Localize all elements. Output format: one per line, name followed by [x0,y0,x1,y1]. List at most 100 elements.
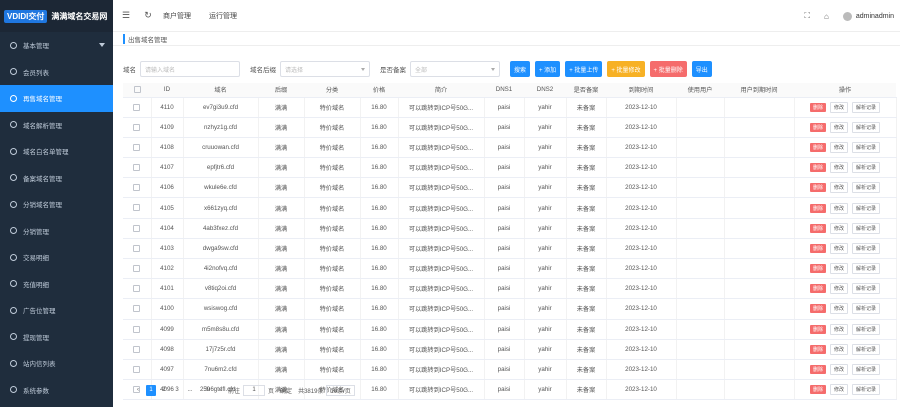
hamburger-icon[interactable]: ☰ [119,10,133,21]
delete-button[interactable]: 删除 [809,203,826,213]
dns-log-button[interactable]: 解析记录 [852,222,881,234]
sidebar-item-6[interactable]: 分销域名管理 [0,191,113,218]
row-checkbox[interactable] [133,345,141,353]
sidebar-item-9[interactable]: 充值明细 [0,271,113,298]
edit-button[interactable]: 修改 [829,343,848,355]
table-row[interactable]: 4109 nzhyz1g.cfd 满满 特价域名 16.80 可以跳转到ICP号50G..… [123,117,897,138]
edit-button[interactable]: 修改 [829,364,848,376]
dns-log-button[interactable]: 解析记录 [852,384,881,396]
toolbar-button-2[interactable]: + 批量上传 [565,61,603,77]
edit-button[interactable]: 修改 [829,263,848,275]
row-checkbox[interactable] [133,265,141,273]
edit-button[interactable]: 修改 [829,162,848,174]
sidebar-item-5[interactable]: 备案域名管理 [0,165,113,192]
dns-log-button[interactable]: 解析记录 [852,101,881,113]
delete-button[interactable]: 删除 [809,344,826,354]
fullscreen-icon[interactable]: ⛶ [804,11,810,21]
dns-log-button[interactable]: 解析记录 [852,283,881,295]
row-checkbox[interactable] [133,305,141,313]
row-checkbox[interactable] [133,143,141,151]
next-page-icon[interactable]: › [215,385,225,396]
page-size-select[interactable]: 10条/页 [326,384,355,396]
prev-page-icon[interactable]: ‹ [133,385,143,396]
edit-button[interactable]: 修改 [829,101,848,113]
edit-button[interactable]: 修改 [829,222,848,234]
toolbar-button-3[interactable]: + 批量修改 [607,61,645,77]
table-row[interactable]: 4099 m5m8s8u.cfd 满满 特价域名 16.80 可以跳转到ICP号50G..… [123,319,897,340]
delete-button[interactable]: 删除 [809,284,826,294]
toolbar-button-4[interactable]: + 批量删除 [649,61,687,77]
sidebar-item-0[interactable]: 基本管理 [0,32,113,59]
delete-button[interactable]: 删除 [809,183,826,193]
row-checkbox[interactable] [133,164,141,172]
delete-button[interactable]: 删除 [809,304,826,314]
dns-log-button[interactable]: 解析记录 [852,182,881,194]
delete-button[interactable]: 删除 [809,223,826,233]
toolbar-button-1[interactable]: + 添加 [535,61,561,77]
table-row[interactable]: 4101 v8tiq2oi.cfd 满满 特价域名 16.80 可以跳转到ICP号50G.… [123,278,897,300]
sidebar-item-1[interactable]: 会员列表 [0,59,113,86]
page-2[interactable]: 2 [159,385,169,396]
row-checkbox[interactable] [133,244,141,252]
domain-search-input[interactable]: 请输入域名 [140,61,240,77]
dns-log-button[interactable]: 解析记录 [852,323,881,335]
table-row[interactable]: 4100 wsiswog.cfd 满满 特价域名 16.80 可以跳转到ICP号50G..… [123,298,897,320]
row-checkbox[interactable] [133,123,141,131]
edit-button[interactable]: 修改 [829,202,848,214]
goto-confirm-button[interactable]: 确定 [280,386,292,395]
sidebar-item-7[interactable]: 分销管理 [0,218,113,245]
dns-log-button[interactable]: 解析记录 [852,242,881,254]
row-checkbox[interactable] [133,285,141,293]
sidebar-item-13[interactable]: 系统参数 [0,377,113,404]
delete-button[interactable]: 删除 [809,365,826,375]
sidebar-item-11[interactable]: 提现管理 [0,324,113,351]
edit-button[interactable]: 修改 [829,121,848,133]
brand[interactable]: VDIDI交付 满满域名交易网 [0,0,113,32]
home-icon[interactable]: ⌂ [824,12,829,21]
edit-button[interactable]: 修改 [829,141,848,153]
delete-button[interactable]: 删除 [809,243,826,253]
nav-link-merchant[interactable]: 商户管理 [163,11,191,21]
toolbar-button-5[interactable]: 导出 [691,61,712,77]
table-row[interactable]: 4107 epfjtr6.cfd 满满 特价域名 16.80 可以跳转到ICP号50G..… [123,157,897,179]
row-checkbox[interactable] [133,184,141,192]
page-last[interactable]: 259 [198,385,212,396]
table-row[interactable]: 4102 4i2nofvq.cfd 满满 特价域名 16.80 可以跳转到ICP号50G.… [123,258,897,280]
sidebar-item-8[interactable]: 交易明细 [0,244,113,271]
table-row[interactable]: 4104 4ab3fxez.cfd 满满 特价域名 16.80 可以跳转到ICP号50G.… [123,218,897,239]
row-checkbox[interactable] [133,224,141,232]
dns-log-button[interactable]: 解析记录 [852,202,881,214]
refresh-icon[interactable]: ↻ [141,10,155,21]
table-row[interactable]: 4110 ev7gi3u9.cfd 满满 特价域名 16.80 可以跳转到ICP号50G.… [123,97,897,118]
suffix-select[interactable]: 请选择 [280,61,370,77]
row-checkbox[interactable] [133,325,141,333]
user-menu[interactable]: adminadmin [842,11,894,21]
dns-log-button[interactable]: 解析记录 [852,364,881,376]
select-all-checkbox[interactable] [133,86,141,94]
dns-log-button[interactable]: 解析记录 [852,343,881,355]
edit-button[interactable]: 修改 [829,283,848,295]
delete-button[interactable]: 删除 [809,324,826,334]
toolbar-button-0[interactable]: 搜索 [510,61,531,77]
sidebar-item-2[interactable]: 再售域名管理 [0,85,113,112]
table-row[interactable]: 4106 wkule6e.cfd 满满 特价域名 16.80 可以跳转到ICP号50G..… [123,177,897,199]
edit-button[interactable]: 修改 [829,384,848,396]
delete-button[interactable]: 删除 [809,122,826,132]
row-checkbox[interactable] [133,204,141,212]
tab-sale-domain[interactable]: 出售域名管理 [123,33,167,44]
edit-button[interactable]: 修改 [829,303,848,315]
sidebar-item-12[interactable]: 站内信列表 [0,350,113,377]
row-checkbox[interactable] [133,103,141,111]
table-row[interactable]: 4103 dwga9sw.cfd 满满 特价域名 16.80 可以跳转到ICP号50G..… [123,238,897,260]
delete-button[interactable]: 删除 [809,385,826,395]
dns-log-button[interactable]: 解析记录 [852,141,881,153]
delete-button[interactable]: 删除 [809,163,826,173]
table-row[interactable]: 4098 17j7z5r.cfd 满满 特价域名 16.80 可以跳转到ICP号50G..… [123,339,897,360]
page-1[interactable]: 1 [146,384,156,396]
pager-ellipsis[interactable]: ... [185,385,195,396]
dns-log-button[interactable]: 解析记录 [852,263,881,275]
filing-select[interactable]: 全部 [410,61,500,77]
dns-log-button[interactable]: 解析记录 [852,121,881,133]
table-row[interactable]: 4097 7nu6m2.cfd 满满 特价域名 16.80 可以跳转到ICP号50G...… [123,359,897,381]
row-checkbox[interactable] [133,365,141,373]
